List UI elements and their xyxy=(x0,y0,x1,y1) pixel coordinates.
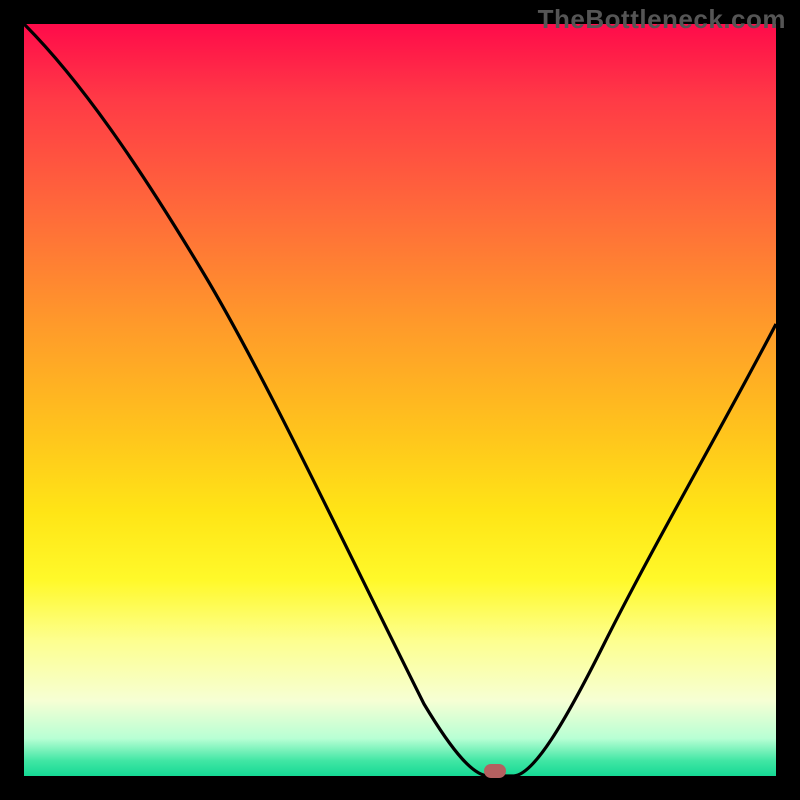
watermark-text: TheBottleneck.com xyxy=(538,4,786,35)
chart-container: TheBottleneck.com xyxy=(0,0,800,800)
bottleneck-curve-path xyxy=(24,24,776,776)
plot-area xyxy=(24,24,776,776)
curve-layer xyxy=(24,24,776,776)
optimal-marker xyxy=(484,764,506,778)
